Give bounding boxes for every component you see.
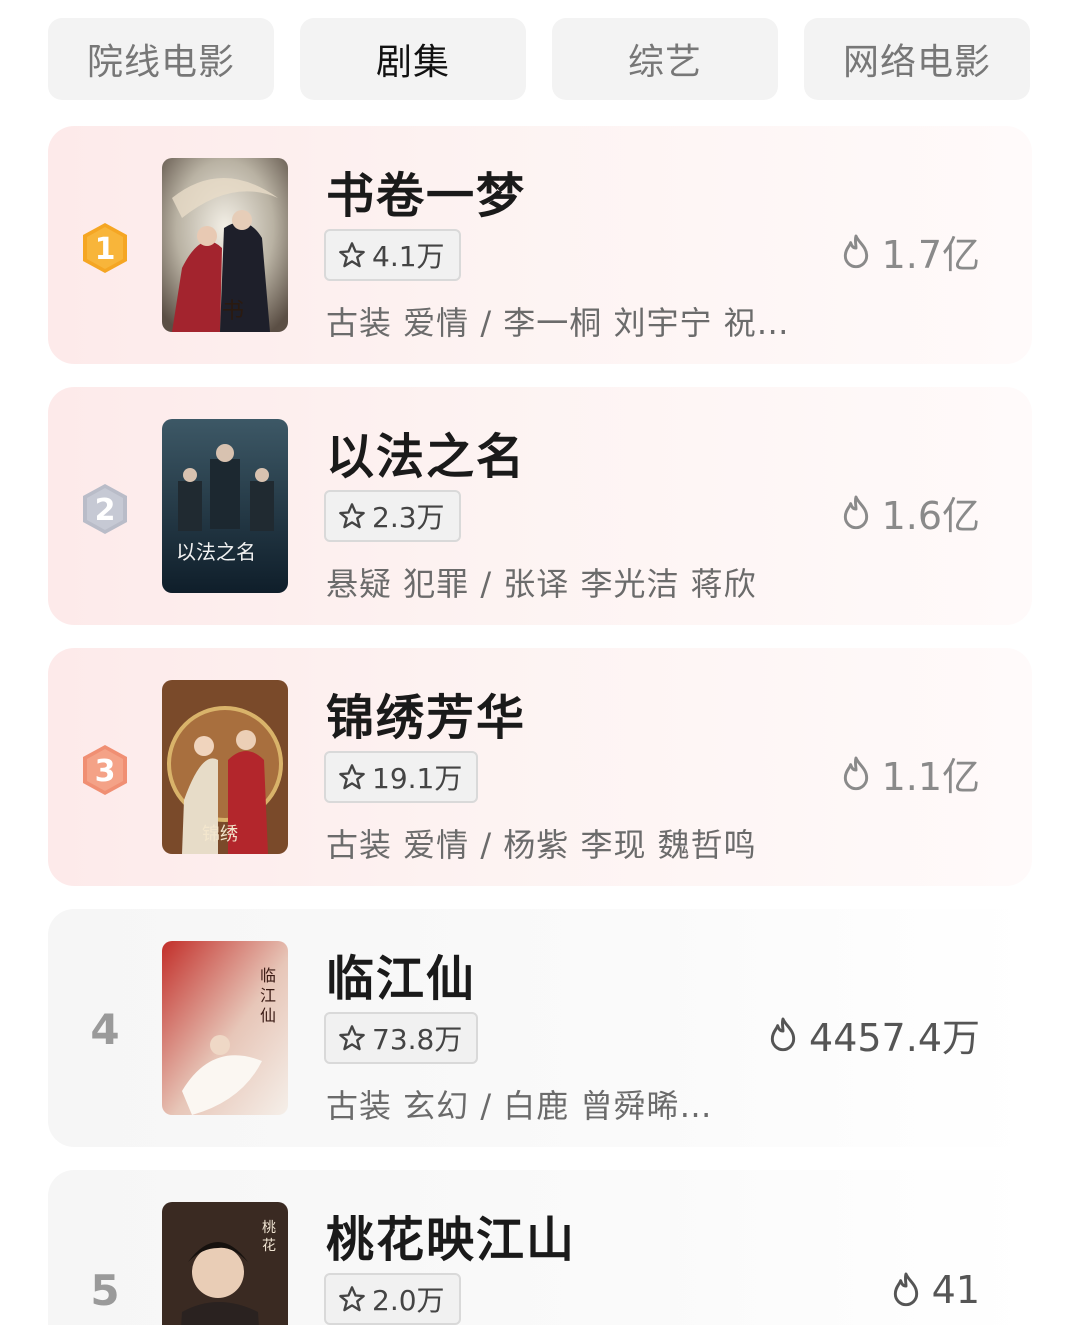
heat-value-group: 1.6亿	[840, 485, 980, 540]
svg-text:书: 书	[222, 299, 244, 324]
rank-number: 4	[90, 1005, 120, 1054]
rank-number: 2	[95, 493, 116, 528]
score-tag: 2.0万	[324, 1273, 461, 1325]
score-tag: 2.3万	[324, 490, 461, 542]
ranking-item[interactable]: 2 以法之名 以法之名 2.3万 悬疑 犯罪 / 张译 李光洁 蒋欣 1.6亿	[48, 387, 1032, 625]
category-tabs: 院线电影 剧集 综艺 网络电影	[0, 0, 1080, 110]
flame-icon	[893, 1272, 918, 1307]
rank-3-badge-icon: 3	[83, 745, 127, 795]
ranking-item[interactable]: 3 锦绣 锦绣芳华 19.1万 古装 爱情 / 杨紫 李现 魏哲鸣 1.1亿	[48, 648, 1032, 886]
poster-image[interactable]: 临 江 仙	[162, 941, 288, 1115]
ranking-item[interactable]: 1 书 书卷一梦 4.1万 古装 爱情 / 李一桐 刘宇宁 祝… 1.7亿	[48, 126, 1032, 364]
svg-text:桃: 桃	[262, 1220, 276, 1236]
svg-text:仙: 仙	[260, 1006, 276, 1025]
score-value: 19.1万	[372, 762, 463, 795]
heat-value-group: 1.7亿	[840, 224, 980, 279]
show-title[interactable]: 以法之名	[326, 417, 526, 487]
rank-number: 1	[95, 232, 116, 267]
genre-cast-text: 古装 爱情 / 杨紫 李现 魏哲鸣	[326, 826, 757, 864]
ranking-item[interactable]: 4 临 江 仙 临江仙 73.8万 古装 玄幻 / 白鹿 曾舜晞… 4457.4…	[48, 909, 1032, 1147]
tab-theatrical-movies[interactable]: 院线电影	[48, 18, 274, 100]
rank-number: 5	[90, 1266, 120, 1315]
show-title[interactable]: 桃花映江山	[326, 1200, 576, 1270]
heat-value: 1.7亿	[881, 233, 980, 277]
score-value: 4.1万	[372, 240, 445, 273]
rank-1-badge-icon: 1	[83, 223, 127, 273]
rank-2-badge-icon: 2	[83, 484, 127, 534]
heat-value-group: 1.1亿	[840, 746, 980, 801]
show-title[interactable]: 临江仙	[326, 939, 476, 1009]
show-title[interactable]: 锦绣芳华	[326, 678, 526, 748]
score-tag: 4.1万	[324, 229, 461, 281]
star-outline-icon	[339, 764, 365, 790]
genre-cast-text: 古装 爱情 / 李一桐 刘宇宁 祝…	[326, 304, 790, 342]
genre-cast-text: 悬疑 犯罪 / 张译 李光洁 蒋欣	[326, 565, 757, 603]
tab-series[interactable]: 剧集	[300, 18, 526, 100]
star-outline-icon	[339, 242, 365, 268]
svg-text:锦绣: 锦绣	[202, 824, 238, 845]
ranking-item[interactable]: 5 桃 花 桃花映江山 2.0万 41	[48, 1170, 1032, 1325]
svg-text:以法之名: 以法之名	[176, 540, 256, 564]
tab-variety[interactable]: 综艺	[552, 18, 778, 100]
svg-text:临: 临	[260, 966, 276, 985]
flame-icon	[770, 1017, 796, 1051]
score-tag: 73.8万	[324, 1012, 479, 1064]
score-value: 2.0万	[372, 1284, 445, 1317]
star-outline-icon	[339, 1286, 365, 1312]
poster-image[interactable]: 以法之名	[162, 419, 288, 593]
heat-value: 41	[931, 1268, 980, 1312]
star-outline-icon	[339, 1025, 365, 1051]
rank-number: 3	[95, 754, 116, 789]
heat-value: 4457.4万	[809, 1016, 980, 1060]
heat-value: 1.1亿	[881, 755, 980, 799]
flame-icon	[843, 756, 868, 790]
score-value: 73.8万	[372, 1023, 463, 1056]
poster-image[interactable]: 锦绣	[162, 680, 288, 854]
genre-cast-text: 古装 玄幻 / 白鹿 曾舜晞…	[326, 1087, 713, 1125]
heat-value: 1.6亿	[881, 494, 980, 538]
star-outline-icon	[339, 503, 365, 529]
flame-icon	[843, 495, 868, 529]
score-value: 2.3万	[372, 501, 445, 534]
poster-image[interactable]: 桃 花	[162, 1202, 288, 1325]
tab-web-movies[interactable]: 网络电影	[804, 18, 1030, 100]
poster-image[interactable]: 书	[162, 158, 288, 332]
show-title[interactable]: 书卷一梦	[326, 156, 526, 226]
svg-text:江: 江	[260, 986, 276, 1005]
flame-icon	[843, 234, 868, 268]
heat-value-group: 4457.4万	[767, 1007, 980, 1062]
heat-value-group: 41	[890, 1268, 980, 1312]
svg-text:花: 花	[262, 1238, 276, 1254]
score-tag: 19.1万	[324, 751, 479, 803]
